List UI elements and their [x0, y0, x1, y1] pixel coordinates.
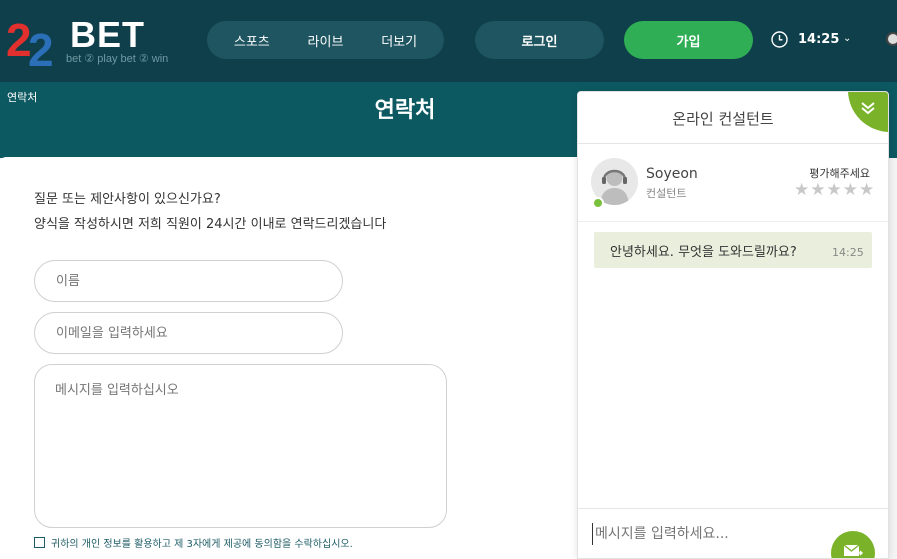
breadcrumb[interactable]: 연락처: [7, 89, 37, 105]
svg-text:2: 2: [28, 24, 54, 68]
consent-checkbox-row[interactable]: 귀하의 개인 정보를 활용하고 제 3자에게 제공에 동의함을 수락하십시오.: [34, 535, 353, 550]
form-intro-line1: 질문 또는 제안사항이 있으신가요?: [34, 192, 221, 207]
nav-item-live[interactable]: 라이브: [308, 31, 344, 50]
nav-item-more[interactable]: 더보기: [381, 31, 417, 50]
live-chat-panel: 온라인 컨설턴트 Soyeon 컨설턴트 평가해주세요 ★ ★ ★ ★ ★ 안녕…: [577, 91, 889, 559]
logo-text: BET: [70, 14, 145, 55]
logo-tagline: bet ② play bet ② win: [66, 53, 169, 65]
clock-icon: [771, 31, 788, 48]
consent-checkbox[interactable]: [34, 537, 45, 548]
consent-label: 귀하의 개인 정보를 활용하고 제 3자에게 제공에 동의함을 수락하십시오.: [51, 539, 353, 550]
rate-label: 평가해주세요: [809, 167, 870, 180]
page-title: 연락처: [374, 98, 436, 123]
main-nav: 스포츠 라이브 더보기: [207, 21, 444, 59]
agent-info: Soyeon 컨설턴트 평가해주세요 ★ ★ ★ ★ ★: [578, 144, 888, 222]
login-button[interactable]: 로그인: [475, 21, 604, 59]
star-icon[interactable]: ★: [810, 182, 825, 199]
chat-message-input[interactable]: [592, 523, 824, 545]
chat-title: 온라인 컨설턴트: [672, 110, 774, 128]
chat-message-text: 안녕하세요. 무엇을 도와드릴까요?: [610, 245, 797, 260]
soccer-ball-icon[interactable]: [886, 32, 897, 46]
form-intro-line2: 양식을 작성하시면 저희 직원이 24시간 이내로 연락드리겠습니다: [34, 217, 387, 232]
signup-button[interactable]: 가입: [624, 21, 753, 59]
chat-header: 온라인 컨설턴트: [578, 92, 888, 144]
agent-name: Soyeon: [646, 166, 698, 182]
online-status-dot: [592, 197, 604, 209]
envelope-send-icon: [843, 544, 863, 556]
send-message-button[interactable]: [831, 531, 875, 558]
star-icon[interactable]: ★: [859, 182, 874, 199]
chat-message-time: 14:25: [832, 246, 864, 259]
site-logo[interactable]: 2 2 BET bet ② play bet ② win: [6, 12, 181, 68]
star-icon[interactable]: ★: [827, 182, 842, 199]
logo-22-mark: 2 2: [6, 14, 54, 68]
double-chevron-down-icon[interactable]: [860, 100, 876, 116]
email-input[interactable]: [34, 312, 343, 354]
star-icon[interactable]: ★: [843, 182, 858, 199]
agent-role: 컨설턴트: [646, 187, 687, 200]
current-time[interactable]: 14:25: [798, 32, 839, 47]
chat-footer: [578, 508, 888, 558]
nav-item-sports[interactable]: 스포츠: [234, 31, 270, 50]
chevron-down-icon[interactable]: ⌄: [843, 33, 851, 44]
message-textarea[interactable]: [34, 364, 447, 528]
top-header: 2 2 BET bet ② play bet ② win 스포츠 라이브 더보기…: [0, 0, 897, 82]
contact-form-card: 질문 또는 제안사항이 있으신가요? 양식을 작성하시면 저희 직원이 24시간…: [0, 157, 600, 559]
chat-message: 안녕하세요. 무엇을 도와드릴까요? 14:25: [594, 232, 872, 268]
rating-stars: ★ ★ ★ ★ ★: [794, 182, 874, 199]
star-icon[interactable]: ★: [794, 182, 809, 199]
name-input[interactable]: [34, 260, 343, 302]
